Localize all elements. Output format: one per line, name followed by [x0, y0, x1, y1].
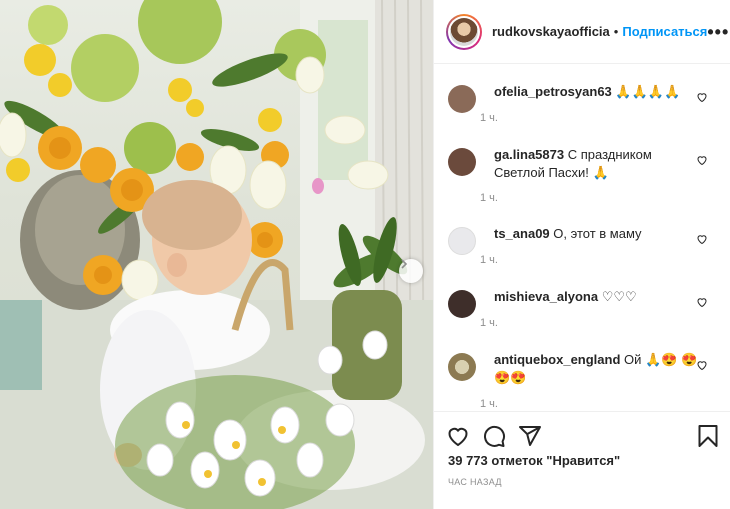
comment-icon: [484, 425, 505, 447]
post-header: rudkovskayaofficia • Подписаться •••: [434, 0, 730, 64]
heart-icon[interactable]: [696, 233, 708, 245]
comment-time: 1 ч.: [480, 112, 498, 124]
heart-icon[interactable]: [696, 154, 708, 166]
comments-list: ofelia_petrosyan63 🙏🙏🙏🙏 1 ч. ga.lina5873…: [434, 65, 730, 410]
comment-username[interactable]: ga.lina5873: [494, 147, 564, 162]
heart-icon: [448, 427, 468, 446]
author-avatar[interactable]: [446, 13, 482, 50]
comment-text: ♡♡♡: [601, 289, 637, 304]
next-photo-button[interactable]: [399, 259, 423, 283]
author-username[interactable]: rudkovskayaofficia: [492, 24, 610, 39]
share-button[interactable]: [518, 424, 542, 448]
comment-button[interactable]: [482, 424, 506, 448]
commenter-avatar[interactable]: [448, 85, 476, 113]
commenter-avatar[interactable]: [448, 227, 476, 255]
comment-username[interactable]: antiquebox_england: [494, 352, 620, 367]
comment-time: 1 ч.: [480, 398, 498, 410]
commenter-avatar[interactable]: [448, 353, 476, 381]
likes-count[interactable]: 39 773 отметок "Нравится": [448, 453, 620, 468]
comment-username[interactable]: ts_ana09: [494, 226, 550, 241]
comment-text: О, этот в маму: [553, 226, 642, 241]
comment-time: 1 ч.: [480, 192, 498, 204]
post-details-panel: rudkovskayaofficia • Подписаться ••• ofe…: [433, 0, 730, 509]
heart-icon[interactable]: [696, 91, 708, 103]
share-icon: [519, 425, 541, 446]
comment-text: 🙏🙏🙏🙏: [615, 84, 681, 99]
header-separator: •: [613, 24, 619, 39]
comment-time: 1 ч.: [480, 254, 498, 266]
comment-item: antiquebox_england Ой 🙏😍 😍😍😍: [448, 351, 716, 387]
comment-item: ts_ana09 О, этот в маму: [448, 225, 716, 255]
more-options-button[interactable]: •••: [707, 23, 729, 41]
comment-item: ofelia_petrosyan63 🙏🙏🙏🙏: [448, 83, 716, 113]
save-button[interactable]: [696, 424, 720, 448]
heart-icon[interactable]: [696, 296, 708, 308]
heart-icon[interactable]: [696, 359, 708, 371]
chevron-right-icon: [401, 259, 408, 269]
photo-illustration: [0, 0, 433, 509]
comment-item: ga.lina5873 С праздником Светлой Пасхи! …: [448, 146, 716, 182]
comment-item: mishieva_alyona ♡♡♡: [448, 288, 716, 318]
comment-username[interactable]: ofelia_petrosyan63: [494, 84, 612, 99]
comment-time: 1 ч.: [480, 317, 498, 329]
bookmark-icon: [698, 424, 718, 447]
post-photo[interactable]: [0, 0, 433, 509]
post-actions-bar: [434, 411, 730, 459]
comment-username[interactable]: mishieva_alyona: [494, 289, 598, 304]
like-button[interactable]: [446, 424, 470, 448]
follow-button[interactable]: Подписаться: [622, 24, 707, 39]
commenter-avatar[interactable]: [448, 290, 476, 318]
commenter-avatar[interactable]: [448, 148, 476, 176]
post-timestamp[interactable]: ЧАС НАЗАД: [448, 477, 502, 487]
